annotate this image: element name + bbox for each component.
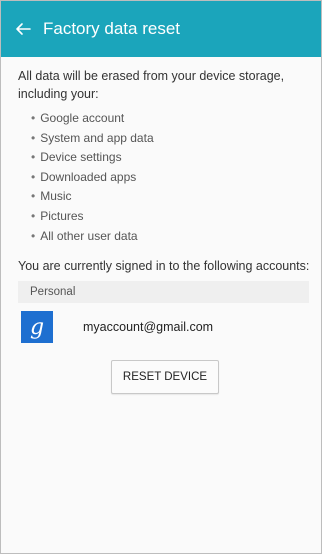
account-row: g myaccount@gmail.com <box>18 307 312 347</box>
signed-in-text: You are currently signed in to the follo… <box>18 259 310 274</box>
app-bar: Factory data reset <box>1 1 321 57</box>
back-button[interactable] <box>5 1 41 57</box>
google-icon: g <box>21 311 53 344</box>
reset-button-container: RESET DEVICE <box>18 360 312 395</box>
content: All data will be erased from your device… <box>1 57 321 395</box>
list-item: • System and app data <box>31 130 154 145</box>
arrow-back-icon <box>16 23 31 35</box>
account-email: myaccount@gmail.com <box>83 320 214 335</box>
list-item: • Google account <box>31 111 125 125</box>
list-item: • All other user data <box>31 228 138 243</box>
section-header-personal: Personal <box>18 281 309 304</box>
list-item: • Device settings <box>31 150 122 165</box>
screen: Factory data reset All data will be eras… <box>0 0 322 554</box>
intro-text: All data will be erased from your device… <box>18 69 285 101</box>
list-item: • Music <box>31 189 72 204</box>
list-item: • Downloaded apps <box>31 169 137 184</box>
reset-device-button[interactable]: RESET DEVICE <box>111 360 219 395</box>
list-item: • Pictures <box>31 208 84 223</box>
page-title: Factory data reset <box>43 19 181 38</box>
erased-data-list: • Google account • System and app data • De… <box>31 109 312 246</box>
